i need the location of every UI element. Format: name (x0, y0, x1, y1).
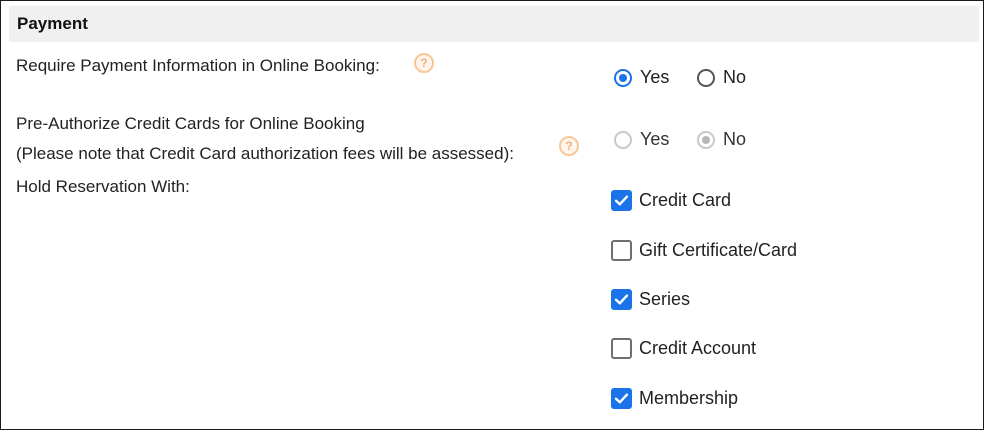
checkbox-unchecked-icon[interactable] (611, 338, 632, 359)
payment-panel: Payment Require Payment Information in O… (0, 0, 984, 430)
radio-button-icon[interactable] (697, 68, 715, 87)
checkbox-checked-icon[interactable] (611, 190, 632, 211)
require-payment-no-radio[interactable]: No (697, 67, 746, 88)
hold-credit-account-checkbox[interactable]: Credit Account (611, 338, 756, 359)
hold-option-label: Series (639, 289, 691, 309)
help-icon[interactable] (559, 136, 579, 156)
hold-option-label: Gift Certificate/Card (639, 240, 798, 260)
require-payment-no-label: No (723, 67, 747, 87)
hold-option-label: Membership (639, 388, 739, 408)
hold-membership-checkbox[interactable]: Membership (611, 388, 738, 409)
require-payment-yes-label: Yes (640, 67, 670, 87)
radio-button-icon (614, 130, 632, 149)
section-header: Payment (9, 6, 979, 42)
preauth-no-label: No (723, 129, 747, 149)
hold-credit-card-checkbox[interactable]: Credit Card (611, 190, 731, 211)
preauth-label-line1: Pre-Authorize Credit Cards for Online Bo… (16, 114, 365, 133)
help-icon[interactable] (414, 53, 434, 73)
checkbox-checked-icon[interactable] (611, 289, 632, 310)
radio-button-icon[interactable] (614, 68, 632, 87)
preauth-yes-radio: Yes (614, 129, 669, 150)
require-payment-yes-radio[interactable]: Yes (614, 67, 669, 88)
hold-series-checkbox[interactable]: Series (611, 289, 690, 310)
radio-button-icon (697, 130, 715, 149)
require-payment-label: Require Payment Information in Online Bo… (16, 56, 380, 75)
hold-gift-certificate-checkbox[interactable]: Gift Certificate/Card (611, 240, 797, 261)
hold-reservation-label: Hold Reservation With: (16, 177, 190, 196)
hold-option-label: Credit Account (639, 338, 757, 358)
checkbox-unchecked-icon[interactable] (611, 240, 632, 261)
hold-option-label: Credit Card (639, 190, 732, 210)
preauth-no-radio: No (697, 129, 746, 150)
checkbox-checked-icon[interactable] (611, 388, 632, 409)
section-title: Payment (17, 14, 88, 33)
preauth-label-line2: (Please note that Credit Card authorizat… (16, 144, 514, 163)
preauth-yes-label: Yes (640, 129, 670, 149)
